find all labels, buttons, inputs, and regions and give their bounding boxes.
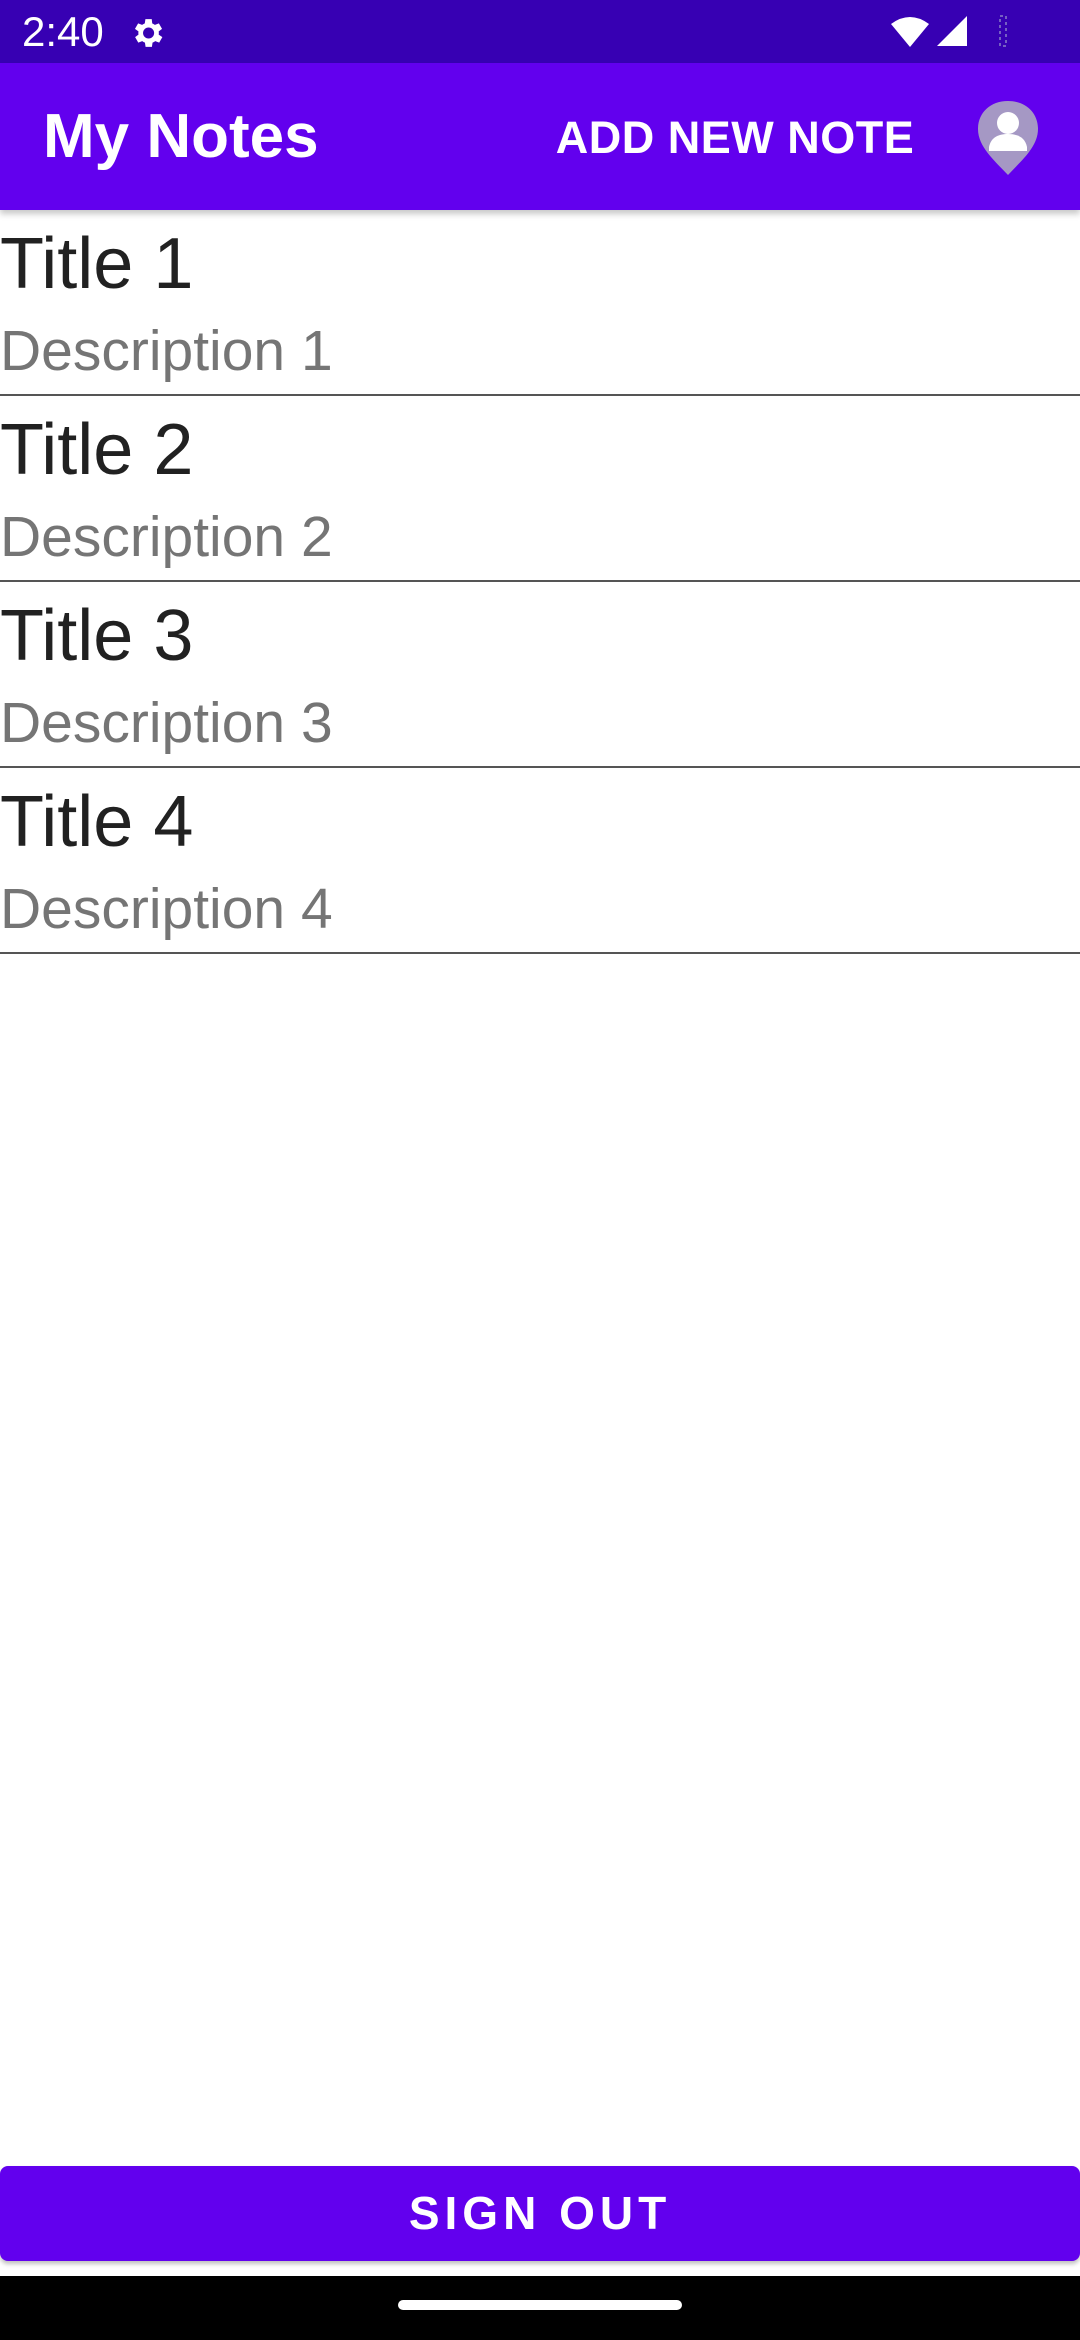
note-list-item[interactable]: Title 4 Description 4 <box>0 768 1080 954</box>
wifi-icon <box>891 17 929 47</box>
notes-screen: 2:40 My Notes ADD NEW NOTE Title 1 Descr… <box>0 0 1080 2340</box>
add-new-note-button[interactable]: ADD NEW NOTE <box>545 103 925 173</box>
notes-list: Title 1 Description 1 Title 2 Descriptio… <box>0 210 1080 954</box>
note-title: Title 1 <box>0 224 194 304</box>
sign-out-button[interactable]: SIGN OUT <box>0 2166 1080 2261</box>
note-title: Title 2 <box>0 410 194 490</box>
profile-icon[interactable] <box>975 99 1041 177</box>
note-description: Description 3 <box>0 691 333 755</box>
battery-icon <box>999 15 1007 47</box>
navigation-bar <box>0 2276 1080 2340</box>
signal-icon <box>937 16 967 46</box>
status-time: 2:40 <box>22 8 104 55</box>
note-title: Title 3 <box>0 596 194 676</box>
home-gesture-handle[interactable] <box>398 2300 682 2310</box>
note-title: Title 4 <box>0 782 194 862</box>
page-title: My Notes <box>43 102 319 171</box>
note-list-item[interactable]: Title 3 Description 3 <box>0 582 1080 768</box>
gear-icon <box>134 19 163 47</box>
note-description: Description 2 <box>0 505 333 569</box>
note-description: Description 1 <box>0 319 333 383</box>
note-description: Description 4 <box>0 877 333 941</box>
app-bar: My Notes ADD NEW NOTE <box>0 63 1080 210</box>
status-bar: 2:40 <box>0 0 1080 63</box>
note-list-item[interactable]: Title 1 Description 1 <box>0 210 1080 396</box>
note-list-item[interactable]: Title 2 Description 2 <box>0 396 1080 582</box>
